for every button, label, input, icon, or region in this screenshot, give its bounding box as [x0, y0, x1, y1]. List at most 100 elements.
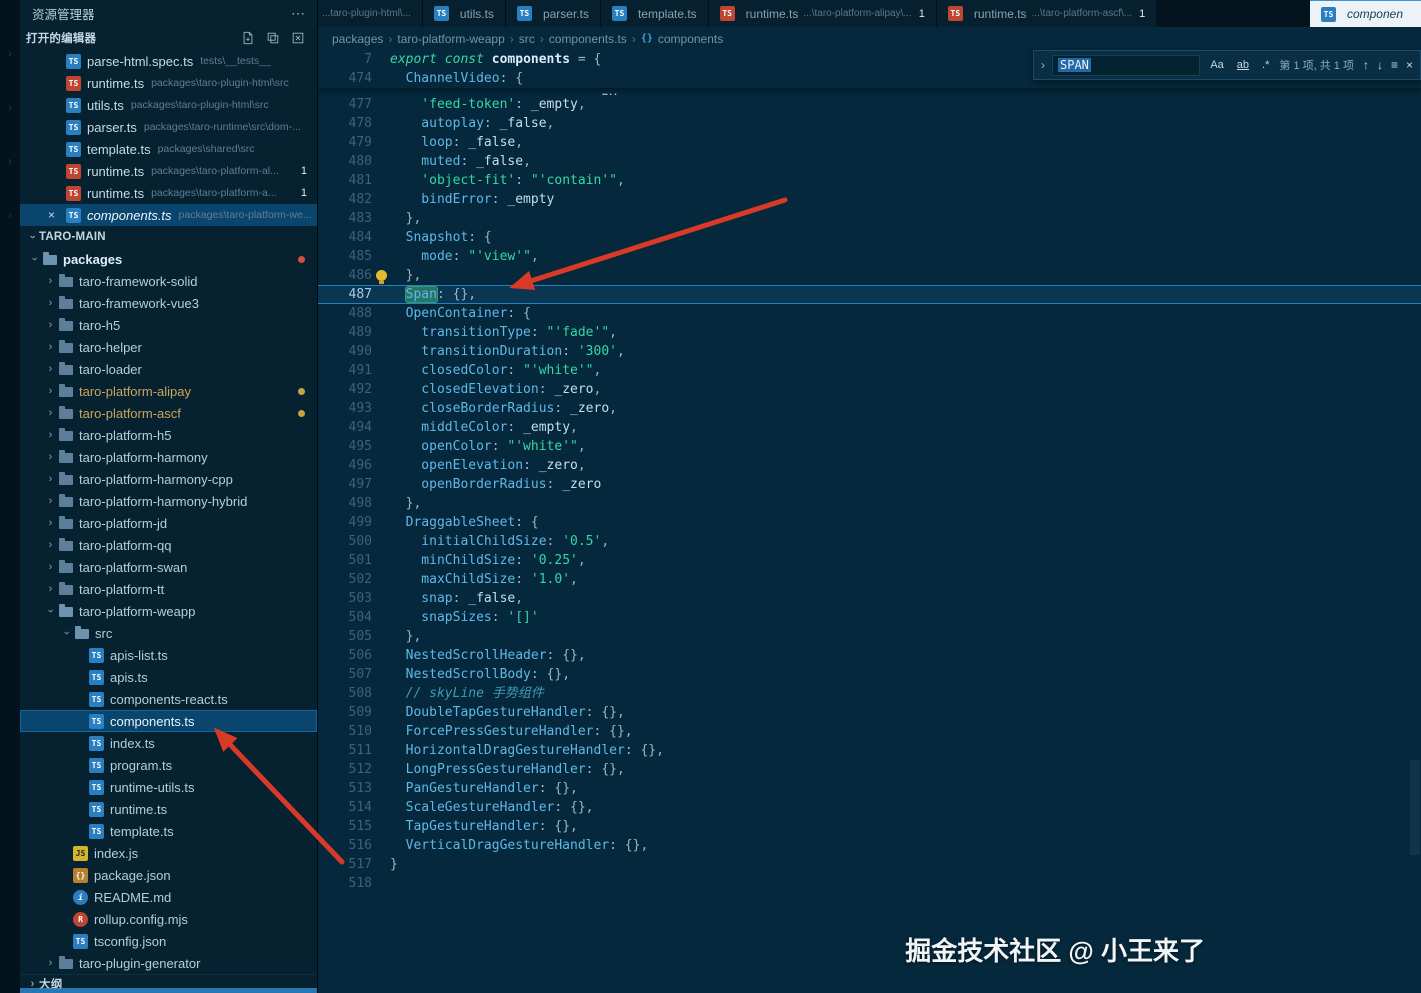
toggle-replace-icon[interactable]: ›	[1041, 58, 1045, 72]
code-line[interactable]: 487 Span: {},	[318, 285, 1421, 304]
code-line[interactable]: 478 autoplay: _false,	[318, 114, 1421, 133]
code-line[interactable]: 481 'object-fit': "'contain'",	[318, 171, 1421, 190]
close-find-button[interactable]: ×	[1406, 58, 1413, 72]
tree-item[interactable]: taro-platform-swan	[20, 556, 317, 578]
next-match-button[interactable]: ↓	[1377, 58, 1383, 72]
code-line[interactable]: 507 NestedScrollBody: {},	[318, 665, 1421, 684]
tree-item[interactable]: taro-platform-harmony	[20, 446, 317, 468]
activity-bar[interactable]: › › › ›	[0, 0, 20, 993]
tree-item[interactable]: iREADME.md	[20, 886, 317, 908]
code-line[interactable]: 497 openBorderRadius: _zero	[318, 475, 1421, 494]
code-line[interactable]: 488 OpenContainer: {	[318, 304, 1421, 323]
tree-item[interactable]: taro-platform-weapp	[20, 600, 317, 622]
tree-item[interactable]: TScomponents.ts	[20, 710, 317, 732]
tree-section-header[interactable]: TARO-MAIN	[20, 226, 317, 248]
breadcrumb-item[interactable]: packages	[332, 32, 383, 46]
tree-item[interactable]: {}package.json	[20, 864, 317, 886]
code-line[interactable]: 508 // skyLine 手势组件	[318, 684, 1421, 703]
editor-scrollbar[interactable]	[1410, 760, 1420, 855]
code-line[interactable]: 477 'feed-token': _empty,	[318, 95, 1421, 114]
tree-item[interactable]: TSruntime-utils.ts	[20, 776, 317, 798]
tree-item[interactable]: src	[20, 622, 317, 644]
save-all-icon[interactable]	[266, 31, 280, 45]
breadcrumb-item[interactable]: components	[658, 32, 723, 46]
code-line[interactable]: 490 transitionDuration: '300',	[318, 342, 1421, 361]
code-line[interactable]: 502 maxChildSize: '1.0',	[318, 570, 1421, 589]
tree-item[interactable]: taro-framework-vue3	[20, 292, 317, 314]
tree-item[interactable]: packages	[20, 248, 317, 270]
code-line[interactable]: 509 DoubleTapGestureHandler: {},	[318, 703, 1421, 722]
tree-item[interactable]: TSapis.ts	[20, 666, 317, 688]
tree-item[interactable]: taro-platform-jd	[20, 512, 317, 534]
tree-item[interactable]: taro-platform-qq	[20, 534, 317, 556]
regex-button[interactable]: .*	[1259, 58, 1272, 72]
code-line[interactable]: 493 closeBorderRadius: _zero,	[318, 399, 1421, 418]
tree-item[interactable]: taro-platform-harmony-hybrid	[20, 490, 317, 512]
tree-item[interactable]: taro-loader	[20, 358, 317, 380]
code-line[interactable]: 489 transitionType: "'fade'",	[318, 323, 1421, 342]
tree-item[interactable]: TSapis-list.ts	[20, 644, 317, 666]
open-editor-item[interactable]: TSparse-html.spec.tstests\__tests__	[20, 50, 317, 72]
code-line[interactable]: 513 PanGestureHandler: {},	[318, 779, 1421, 798]
code-line[interactable]: 480 muted: _false,	[318, 152, 1421, 171]
code-line[interactable]: 518	[318, 874, 1421, 893]
tree-item[interactable]: taro-platform-h5	[20, 424, 317, 446]
tree-item[interactable]: taro-platform-ascf	[20, 402, 317, 424]
code-line[interactable]: 515 TapGestureHandler: {},	[318, 817, 1421, 836]
open-editors-header[interactable]: 打开的编辑器	[20, 26, 317, 50]
tree-item[interactable]: taro-framework-solid	[20, 270, 317, 292]
breadcrumb-item[interactable]: components.ts	[549, 32, 627, 46]
close-all-editors-icon[interactable]	[291, 31, 305, 45]
lightbulb-icon[interactable]	[376, 270, 387, 281]
code-line[interactable]: 479 loop: _false,	[318, 133, 1421, 152]
open-editor-item[interactable]: TSparser.tspackages\taro-runtime\src\dom…	[20, 116, 317, 138]
breadcrumb-item[interactable]: src	[519, 32, 535, 46]
tree-item[interactable]: Rrollup.config.mjs	[20, 908, 317, 930]
code-line[interactable]: 484 Snapshot: {	[318, 228, 1421, 247]
code-line[interactable]: 500 initialChildSize: '0.5',	[318, 532, 1421, 551]
code-line[interactable]: 483 },	[318, 209, 1421, 228]
code-line[interactable]: _py,	[318, 88, 1421, 95]
open-editor-item[interactable]: TSruntime.tspackages\taro-platform-al...…	[20, 160, 317, 182]
new-file-icon[interactable]	[241, 31, 255, 45]
tree-item[interactable]: TStsconfig.json	[20, 930, 317, 952]
code-line[interactable]: 491 closedColor: "'white'",	[318, 361, 1421, 380]
open-editor-item[interactable]: ×TScomponents.tspackages\taro-platform-w…	[20, 204, 317, 226]
code-line[interactable]: 482 bindError: _empty	[318, 190, 1421, 209]
code-line[interactable]: 510 ForcePressGestureHandler: {},	[318, 722, 1421, 741]
close-icon[interactable]: ×	[48, 208, 66, 222]
code-line[interactable]: 503 snap: _false,	[318, 589, 1421, 608]
breadcrumb-item[interactable]: taro-platform-weapp	[397, 32, 504, 46]
sidebar-horizontal-scrollbar[interactable]	[20, 988, 318, 993]
tree-item[interactable]: taro-platform-tt	[20, 578, 317, 600]
tab-runtime.ts[interactable]: TSruntime.ts...\taro-platform-alipay\...…	[709, 0, 937, 27]
code-line[interactable]: 517}	[318, 855, 1421, 874]
tree-item[interactable]: TStemplate.ts	[20, 820, 317, 842]
match-case-button[interactable]: Aa	[1207, 58, 1226, 72]
code-line[interactable]: 499 DraggableSheet: {	[318, 513, 1421, 532]
more-actions-icon[interactable]: ⋯	[291, 5, 305, 22]
code-line[interactable]: 514 ScaleGestureHandler: {},	[318, 798, 1421, 817]
open-editor-item[interactable]: TSruntime.tspackages\taro-platform-a...1	[20, 182, 317, 204]
find-in-selection-button[interactable]: ≡	[1391, 58, 1398, 72]
tree-item[interactable]: taro-platform-alipay	[20, 380, 317, 402]
tree-item[interactable]: taro-helper	[20, 336, 317, 358]
tree-item[interactable]: taro-platform-harmony-cpp	[20, 468, 317, 490]
find-input[interactable]: SPAN	[1052, 55, 1200, 76]
code-line[interactable]: 512 LongPressGestureHandler: {},	[318, 760, 1421, 779]
code-line[interactable]: 485 mode: "'view'",	[318, 247, 1421, 266]
open-editor-item[interactable]: TSutils.tspackages\taro-plugin-html\src	[20, 94, 317, 116]
code-line[interactable]: 501 minChildSize: '0.25',	[318, 551, 1421, 570]
code-line[interactable]: 511 HorizontalDragGestureHandler: {},	[318, 741, 1421, 760]
code-line[interactable]: 494 middleColor: _empty,	[318, 418, 1421, 437]
tree-item[interactable]: taro-h5	[20, 314, 317, 336]
code-line[interactable]: 504 snapSizes: '[]'	[318, 608, 1421, 627]
tab-componen[interactable]: TScomponen	[1310, 0, 1421, 27]
code-line[interactable]: 498 },	[318, 494, 1421, 513]
open-editor-item[interactable]: TSruntime.tspackages\taro-plugin-html\sr…	[20, 72, 317, 94]
open-editor-item[interactable]: TStemplate.tspackages\shared\src	[20, 138, 317, 160]
tab-template.ts[interactable]: TStemplate.ts	[601, 0, 709, 27]
previous-match-button[interactable]: ↑	[1363, 58, 1369, 72]
tab-runtime.ts[interactable]: TSruntime.ts...\taro-platform-ascf\...1	[937, 0, 1157, 27]
code-line[interactable]: 506 NestedScrollHeader: {},	[318, 646, 1421, 665]
